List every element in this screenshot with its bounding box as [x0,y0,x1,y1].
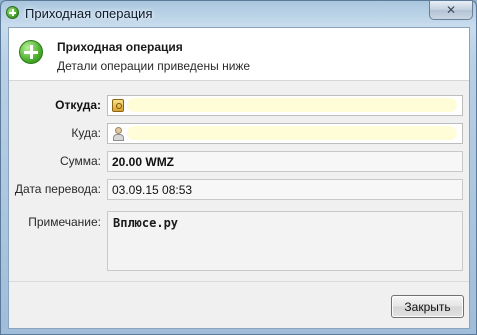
redacted-value [127,98,457,112]
dialog-header: Приходная операция Детали операции приве… [9,28,469,81]
header-title: Приходная операция [57,40,183,54]
dialog-window: Приходная операция ✕ Приходная операция … [0,0,477,335]
date-field: 03.09.15 08:53 [107,179,463,200]
date-label: Дата перевода: [14,182,101,196]
window-close-button[interactable]: ✕ [429,1,473,20]
window-title: Приходная операция [25,6,153,21]
dialog-body: Приходная операция Детали операции приве… [8,27,470,329]
title-bar[interactable]: Приходная операция ✕ [1,1,476,28]
from-label: Откуда: [55,98,101,112]
note-label: Примечание: [28,215,101,229]
purse-icon [112,99,124,112]
note-field: Вплюсе.ру [107,211,463,271]
amount-label: Сумма: [59,154,101,168]
plus-circle-icon [19,40,43,64]
footer-divider [9,281,469,282]
user-icon [112,127,124,141]
redacted-value [127,126,457,140]
to-field[interactable] [107,123,463,144]
to-label: Куда: [71,126,101,140]
from-field[interactable] [107,95,463,116]
header-subtitle: Детали операции приведены ниже [57,59,251,73]
amount-field: 20.00 WMZ [107,151,463,172]
close-button[interactable]: Закрыть [391,295,464,318]
plus-circle-icon [6,6,19,19]
